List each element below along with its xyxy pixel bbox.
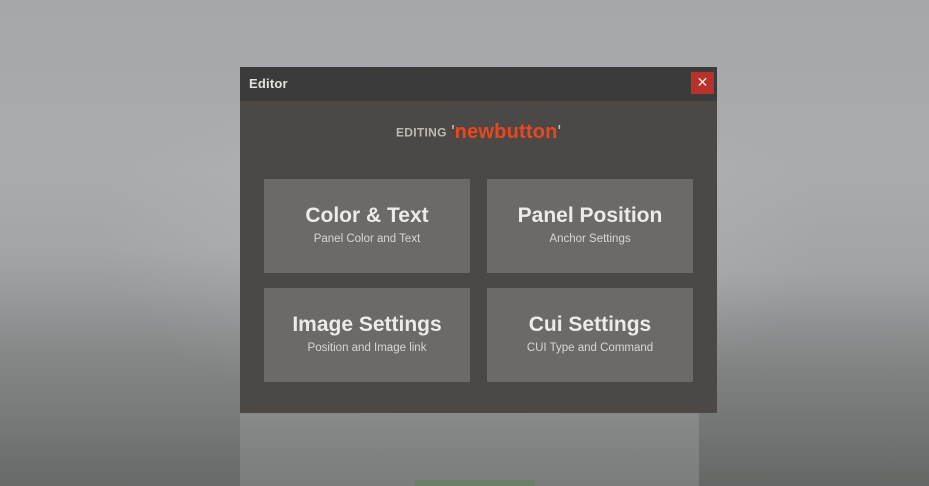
- background-haze-right: [699, 270, 929, 486]
- editor-window: Editor ✕ EDITING 'newbutton' Color & Tex…: [240, 67, 717, 413]
- cui-settings-button[interactable]: Cui Settings CUI Type and Command: [487, 288, 693, 382]
- panel-position-button[interactable]: Panel Position Anchor Settings: [487, 179, 693, 273]
- editing-heading: EDITING 'newbutton': [240, 121, 717, 144]
- editing-label: EDITING: [396, 125, 447, 140]
- editor-title: Editor: [249, 76, 288, 91]
- color-text-button[interactable]: Color & Text Panel Color and Text: [264, 179, 470, 273]
- close-icon: ✕: [696, 75, 709, 91]
- tile-title: Cui Settings: [528, 313, 652, 336]
- editing-element-name: newbutton: [454, 121, 558, 143]
- tile-subtitle: Panel Color and Text: [313, 233, 421, 245]
- close-button[interactable]: ✕: [691, 72, 714, 94]
- tile-subtitle: Position and Image link: [307, 342, 427, 354]
- background-ground-strip: [415, 480, 535, 486]
- tile-subtitle: CUI Type and Command: [526, 342, 654, 354]
- tile-title: Color & Text: [305, 204, 429, 227]
- editing-close-quote: ': [557, 122, 561, 142]
- image-settings-button[interactable]: Image Settings Position and Image link: [264, 288, 470, 382]
- background-haze-left: [0, 250, 240, 486]
- tile-subtitle: Anchor Settings: [549, 233, 631, 245]
- editor-titlebar: Editor ✕: [240, 67, 717, 101]
- tile-title: Panel Position: [517, 204, 663, 227]
- tile-title: Image Settings: [292, 313, 442, 336]
